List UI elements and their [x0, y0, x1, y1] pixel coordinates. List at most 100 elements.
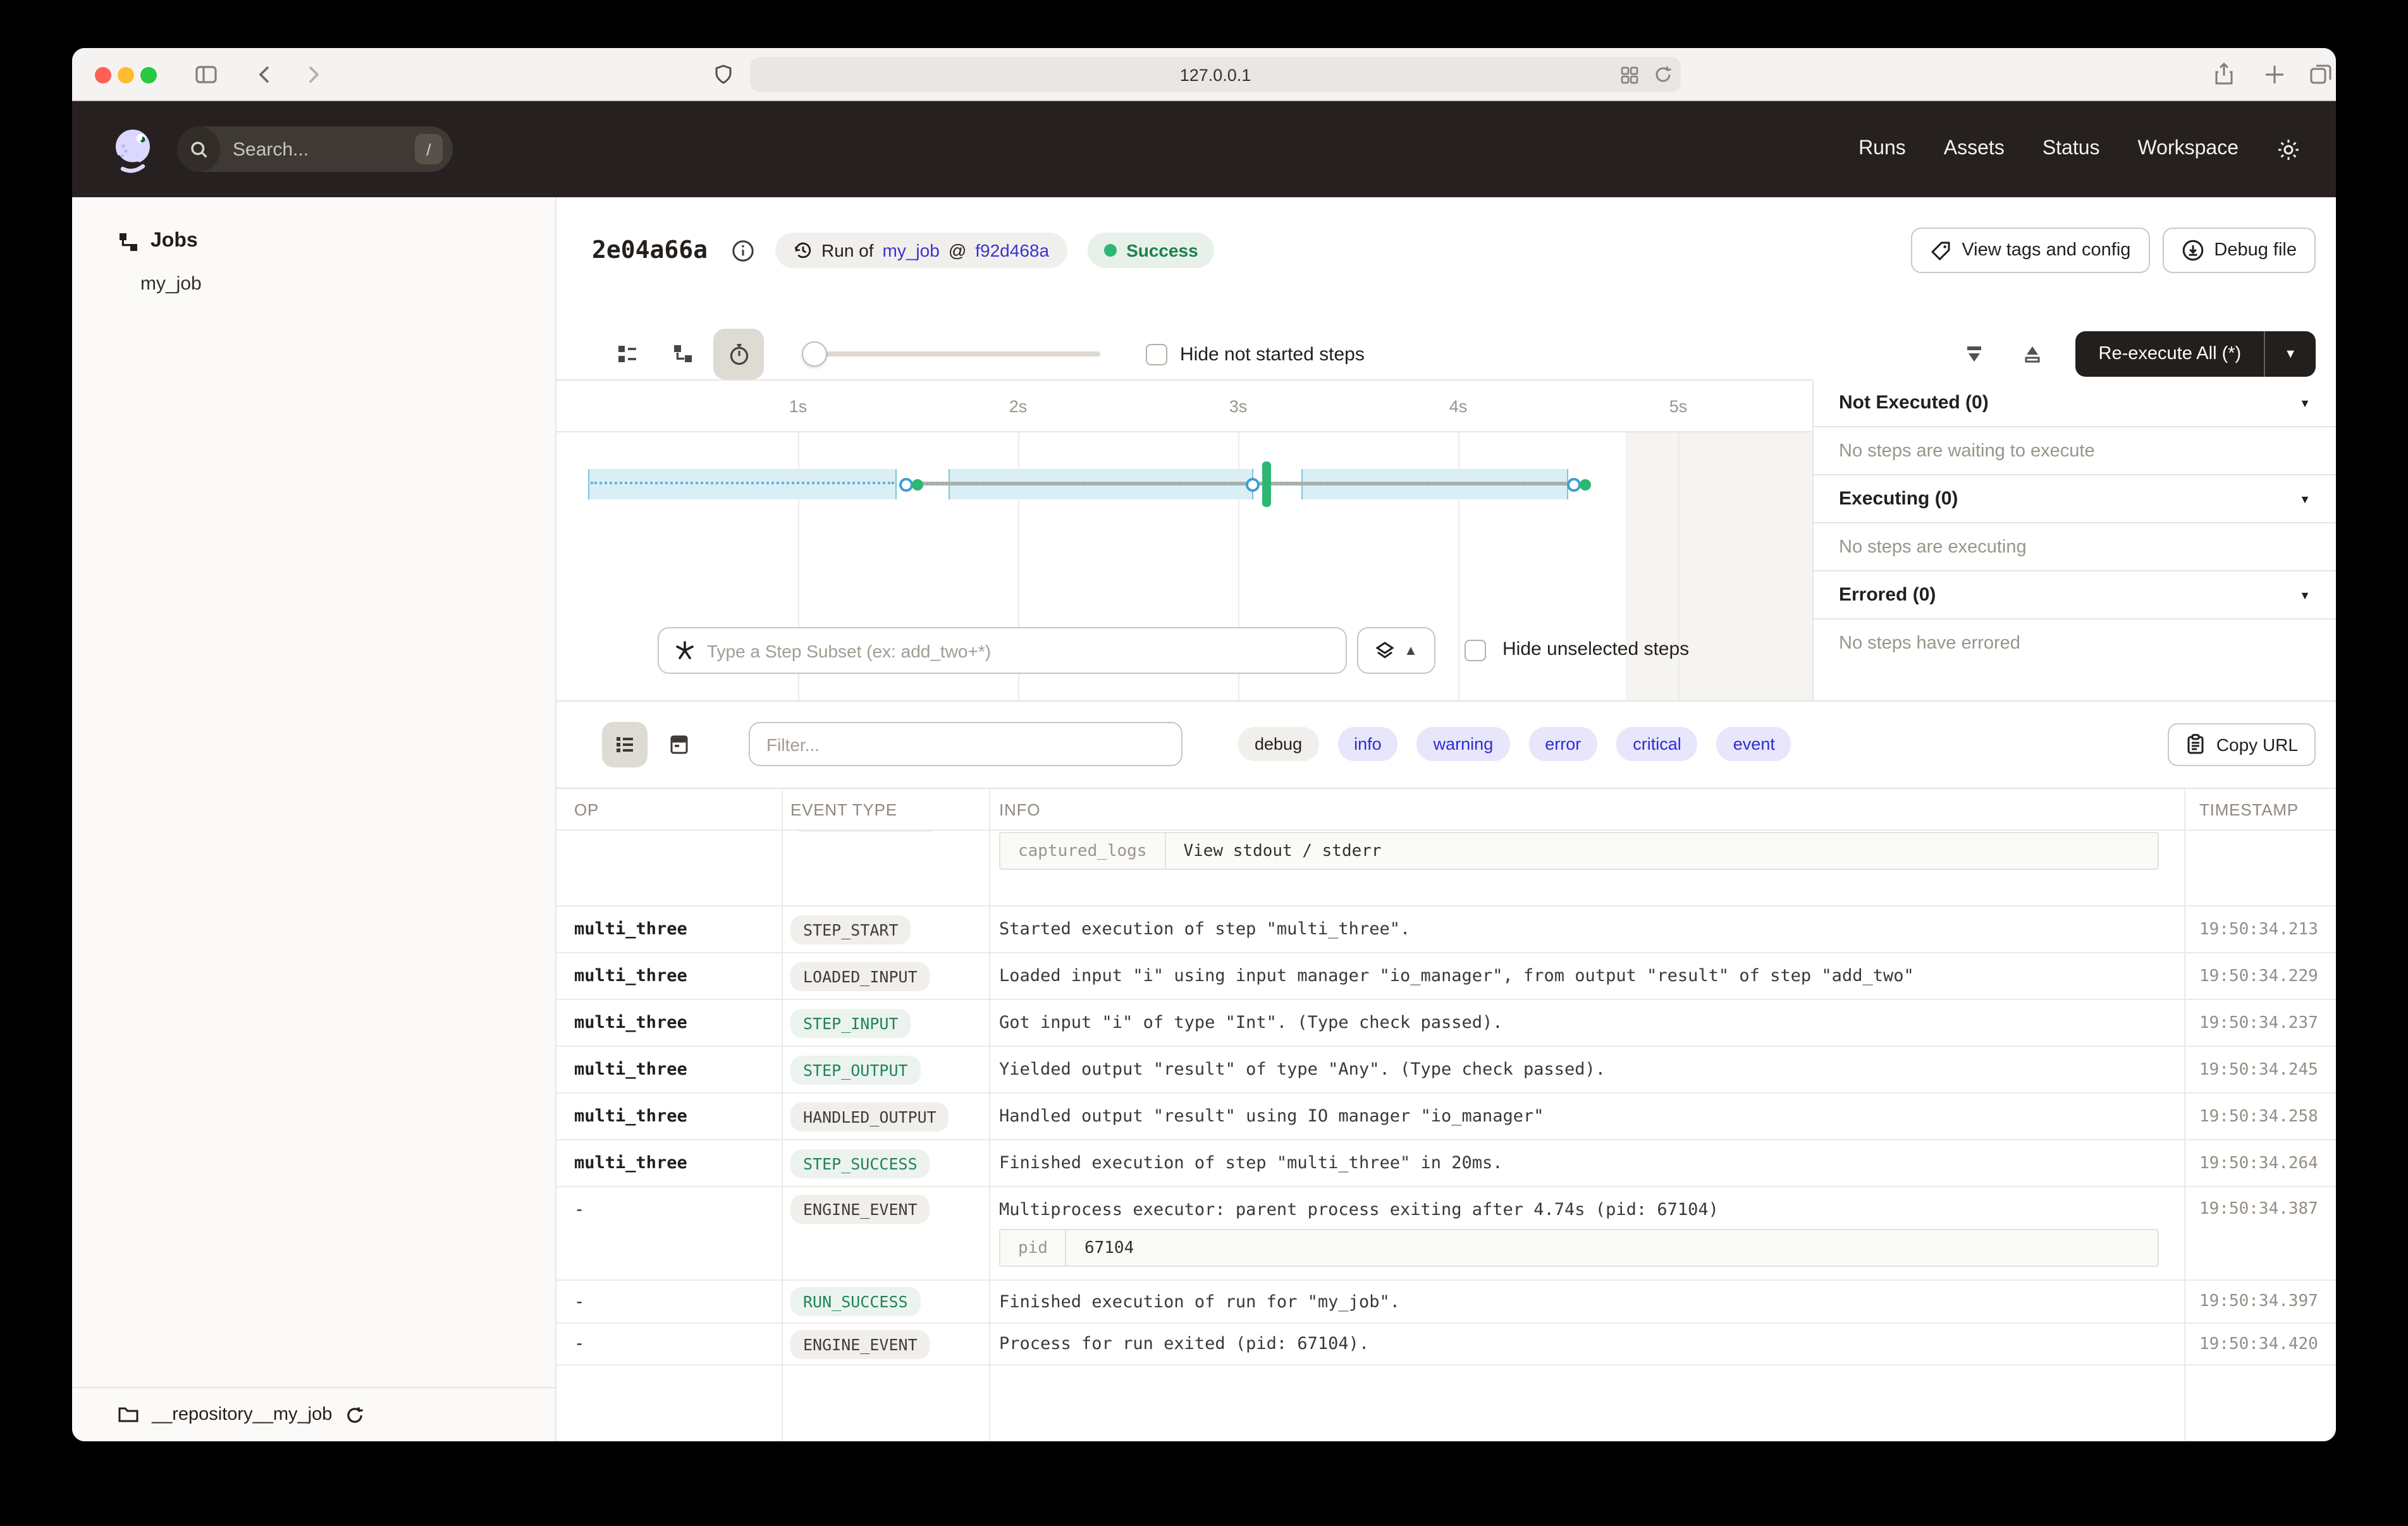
log-op: multi_three [556, 1153, 782, 1173]
step-subset-input[interactable]: Type a Step Subset (ex: add_two+*) [658, 627, 1347, 674]
level-critical[interactable]: critical [1616, 727, 1698, 761]
axis-tick-3s: 3s [1213, 397, 1263, 416]
reexecute-all-button[interactable]: Re-execute All (*) ▼ [2076, 331, 2316, 377]
address-bar[interactable]: 127.0.0.1 [750, 57, 1681, 92]
dagster-logo-icon[interactable] [108, 124, 158, 174]
sidebar-item-my-job[interactable]: my_job [72, 273, 555, 295]
panel-section-title: Not Executed (0) [1839, 392, 1989, 413]
nav-workspace[interactable]: Workspace [2138, 138, 2239, 161]
level-error[interactable]: error [1528, 727, 1597, 761]
minimize-window-button[interactable] [118, 66, 134, 83]
log-structured-view-button[interactable] [656, 721, 702, 767]
col-op[interactable]: OP [556, 800, 782, 819]
level-event[interactable]: event [1717, 727, 1791, 761]
at-symbol: @ [949, 240, 966, 260]
zoom-slider[interactable] [804, 351, 1100, 357]
view-tags-config-button[interactable]: View tags and config [1911, 228, 2149, 273]
expand-run-metadata-icon[interactable] [2008, 329, 2058, 379]
log-row-clipped[interactable]: multi_three LOGS_CAPTURED Started captur… [556, 831, 2336, 906]
run-header: 2e04a66a Run of my_job [592, 225, 2316, 276]
log-row[interactable]: multi_three STEP_SUCCESS Finished execut… [556, 1140, 2336, 1187]
gantt-marker-circle[interactable] [1246, 477, 1260, 491]
reload-icon[interactable] [1653, 64, 1673, 85]
shield-icon[interactable] [712, 63, 735, 86]
new-tab-icon[interactable] [2263, 62, 2287, 87]
forward-icon[interactable] [300, 62, 325, 87]
log-list-view-button[interactable] [602, 721, 648, 767]
tab-overview-icon[interactable] [2308, 62, 2333, 87]
level-debug[interactable]: debug [1238, 727, 1318, 761]
desktop-background: 127.0.0.1 [0, 0, 2408, 1526]
log-row[interactable]: multi_three HANDLED_OUTPUT Handled outpu… [556, 1094, 2336, 1140]
reexecute-all-label[interactable]: Re-execute All (*) [2076, 331, 2264, 377]
run-detail-main: 2e04a66a Run of my_job [556, 197, 2336, 1441]
panel-section-not-executed[interactable]: Not Executed (0) ▼ [1814, 379, 2336, 427]
nav-assets[interactable]: Assets [1944, 138, 2005, 161]
browser-window: 127.0.0.1 [72, 48, 2336, 1441]
log-row[interactable]: - ENGINE_EVENT Multiprocess executor: pa… [556, 1187, 2336, 1281]
col-info[interactable]: INFO [989, 800, 2184, 819]
log-meta-box: pid 67104 [999, 1229, 2159, 1267]
zoom-slider-thumb[interactable] [802, 341, 827, 367]
waterfall-view-button[interactable] [658, 329, 708, 379]
collapse-caret-icon: ▲ [1404, 643, 1418, 658]
gantt-active-step-marker[interactable] [1262, 461, 1271, 507]
panel-section-errored[interactable]: Errored (0) ▼ [1814, 571, 2336, 620]
gantt-marker-circle[interactable] [899, 477, 913, 491]
log-info: Multiprocess executor: parent process ex… [999, 1200, 2184, 1220]
global-search-input[interactable]: Search... / [177, 126, 453, 172]
gantt-marker-dot[interactable] [912, 479, 923, 490]
gantt-marker-dot[interactable] [1580, 479, 1591, 490]
graph-query-toggle-button[interactable]: ▲ [1357, 627, 1435, 674]
log-row[interactable]: multi_three LOADED_INPUT Loaded input "i… [556, 953, 2336, 1000]
level-warning[interactable]: warning [1417, 727, 1510, 761]
hide-not-started-checkbox[interactable] [1146, 343, 1167, 365]
panel-section-executing[interactable]: Executing (0) ▼ [1814, 475, 2336, 523]
debug-file-button[interactable]: Debug file [2162, 228, 2316, 273]
app-header: Search... / Runs Assets Status Workspace [72, 101, 2336, 197]
log-row[interactable]: - ENGINE_EVENT Process for run exited (p… [556, 1324, 2336, 1365]
info-icon[interactable] [730, 238, 754, 262]
log-row[interactable]: multi_three STEP_START Started execution… [556, 906, 2336, 953]
copy-url-button[interactable]: Copy URL [2168, 723, 2316, 766]
col-event-type[interactable]: EVENT TYPE [782, 800, 989, 819]
log-row[interactable]: multi_three STEP_OUTPUT Yielded output "… [556, 1047, 2336, 1094]
job-link[interactable]: my_job [883, 240, 940, 260]
repository-name: __repository__my_job [152, 1405, 332, 1425]
gantt-step-bar[interactable] [588, 469, 897, 499]
gantt-marker-circle[interactable] [1567, 477, 1581, 491]
op-selector-icon [674, 640, 696, 661]
reload-repository-icon[interactable] [345, 1405, 364, 1424]
flat-view-button[interactable] [602, 329, 653, 379]
share-icon[interactable] [2212, 62, 2236, 87]
level-info[interactable]: info [1337, 727, 1398, 761]
repository-row[interactable]: __repository__my_job [72, 1387, 555, 1441]
log-info: Finished execution of run for "my_job". [989, 1291, 2184, 1312]
timed-view-button[interactable] [713, 329, 764, 379]
run-of-label: Run of [821, 240, 874, 260]
gantt-toolbar: Hide not started steps [602, 329, 2316, 379]
log-info: Started execution of step "multi_three". [989, 919, 2184, 939]
close-window-button[interactable] [95, 66, 111, 83]
back-icon[interactable] [253, 62, 278, 87]
log-filter-input[interactable]: Filter... [749, 722, 1182, 766]
collapse-run-metadata-icon[interactable] [1950, 329, 2000, 379]
sidebar-toggle-icon[interactable] [194, 62, 219, 87]
reexecute-dropdown-caret[interactable]: ▼ [2265, 331, 2316, 377]
hide-unselected-checkbox[interactable] [1465, 640, 1486, 661]
nav-runs[interactable]: Runs [1858, 138, 1906, 161]
col-timestamp[interactable]: TIMESTAMP [2184, 800, 2336, 819]
column-divider [989, 789, 990, 1441]
axis-tick-5s: 5s [1653, 397, 1704, 416]
nav-status[interactable]: Status [2042, 138, 2100, 161]
log-timestamp: 19:50:34.237 [2184, 1013, 2336, 1032]
captured-logs-link[interactable]: View stdout / stderr [1166, 833, 1399, 869]
snapshot-link[interactable]: f92d468a [975, 240, 1049, 260]
zoom-window-button[interactable] [140, 66, 157, 83]
log-op: - [556, 1334, 782, 1354]
log-op: - [556, 1291, 782, 1312]
privacy-report-icon[interactable] [1620, 66, 1639, 85]
log-row[interactable]: multi_three STEP_INPUT Got input "i" of … [556, 1000, 2336, 1047]
settings-gear-icon[interactable] [2276, 137, 2300, 161]
log-row[interactable]: - RUN_SUCCESS Finished execution of run … [556, 1281, 2336, 1324]
